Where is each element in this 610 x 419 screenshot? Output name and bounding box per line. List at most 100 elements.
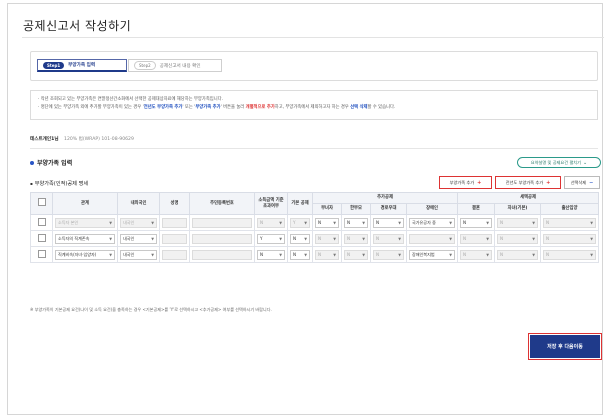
child-select[interactable]: N ▼	[497, 233, 538, 244]
relation-select[interactable]: 소득자의 직계존속 ▼	[55, 233, 115, 244]
chevron-down-icon: ▼	[590, 236, 594, 241]
rrn-field[interactable]	[192, 233, 252, 244]
name-field[interactable]	[162, 233, 187, 244]
notice-line-2: · 명단에 있는 부양가족 외에 추가할 부양가족이 있는 경우 '전년도 부양…	[38, 105, 396, 110]
senior-select[interactable]: N ▼	[373, 217, 404, 228]
birth-select[interactable]: N ▼	[543, 217, 597, 228]
section-divider	[30, 148, 598, 149]
chevron-down-icon: ▼	[590, 252, 594, 257]
plus-icon: +	[546, 179, 551, 186]
chevron-down-icon: ▼	[449, 236, 452, 241]
notice-line-1: · 작년 조회되고 있는 부양가족은 연말정산간소화에서 선택한 공제대상자료에…	[38, 97, 224, 102]
row-checkbox[interactable]	[37, 249, 46, 258]
subsection-title: 부양가족(인적)공제 명세	[30, 180, 88, 187]
page-frame: 공제신고서 작성하기 Step1 부양가족 입력 Step2 공제신고서 내용 …	[7, 3, 604, 415]
nationality-select[interactable]: 내국인 ▼	[120, 233, 157, 244]
basic-select[interactable]: N ▼	[290, 233, 310, 244]
rrn-field[interactable]	[192, 249, 252, 260]
single-parent-select[interactable]: N ▼	[344, 233, 368, 244]
senior-select[interactable]: N ▼	[373, 233, 404, 244]
relation-select[interactable]: 소득자 본인 ▼	[55, 217, 115, 228]
header-marriage: 결혼	[457, 203, 495, 215]
single-mother-select[interactable]: N ▼	[315, 233, 339, 244]
header-disabled: 장애인	[406, 203, 458, 215]
step-tabs: Step1 부양가족 입력 Step2 공제신고서 내용 확인	[30, 51, 598, 81]
header-senior: 경로우대	[370, 203, 407, 215]
row-checkbox[interactable]	[37, 217, 46, 226]
birth-select[interactable]: N ▼	[543, 233, 597, 244]
header-extra-group: 추가공제	[312, 192, 458, 204]
title-divider	[22, 37, 604, 38]
relation-select[interactable]: 직계비속(자녀·입양자) ▼	[55, 249, 115, 260]
header-birth: 출산입양	[539, 203, 600, 215]
company-detail: 120% 법(WRAP) 101-08-90629	[64, 137, 134, 142]
header-single-mother: 부녀자	[312, 203, 342, 215]
birth-select[interactable]: N ▼	[543, 249, 597, 260]
step1-badge: Step1	[43, 61, 65, 69]
table-row: 직계비속(자녀·입양자) ▼ 내국인 ▼ N ▼ N ▼ N ▼ N ▼ N ▼ 장애인복지법…	[30, 246, 600, 263]
delete-selected-button[interactable]: 선택삭제 −	[564, 176, 600, 189]
marriage-select[interactable]: N ▼	[460, 249, 492, 260]
chevron-down-icon: ▼	[486, 236, 489, 241]
chevron-down-icon: ▼	[333, 252, 336, 257]
name-field[interactable]	[162, 249, 187, 260]
basic-select[interactable]: N ▼	[290, 249, 310, 260]
select-all-checkbox[interactable]	[37, 198, 46, 207]
disabled-select[interactable]: ▼	[409, 233, 455, 244]
single-mother-select[interactable]: N ▼	[315, 217, 339, 228]
table-row: 소득자의 직계존속 ▼ 내국인 ▼ Y ▼ N ▼ N ▼ N ▼ N ▼ ▼ N ▼ N ▼ N…	[30, 230, 600, 247]
single-mother-select[interactable]: N ▼	[315, 249, 339, 260]
chevron-down-icon: ▼	[398, 220, 401, 225]
tab-step1[interactable]: Step1 부양가족 입력	[37, 59, 127, 72]
nationality-select[interactable]: 내국인 ▼	[120, 217, 157, 228]
chevron-down-icon: ▼	[486, 220, 489, 225]
single-parent-select[interactable]: N ▼	[344, 249, 368, 260]
disabled-select[interactable]: 장애인복지법 ▼	[409, 249, 455, 260]
header-single-parent: 한부모	[341, 203, 371, 215]
chevron-down-icon: ▼	[449, 220, 452, 225]
header-relation: 관계	[52, 192, 118, 215]
add-prev-year-dependent-button[interactable]: 전년도 부양가족 추가 +	[495, 176, 561, 189]
chevron-down-icon: ▼	[590, 220, 594, 225]
rrn-field[interactable]	[192, 217, 252, 228]
senior-select[interactable]: N ▼	[373, 249, 404, 260]
chevron-down-icon: ▼	[151, 220, 154, 225]
dependents-table: 관계 내외국인 성명 주민등록번호 소득금액 기준 초과여부 기본 공제 추가공…	[30, 192, 600, 263]
header-name: 성명	[159, 192, 190, 215]
name-field[interactable]	[162, 217, 187, 228]
chevron-down-icon: ▼	[279, 252, 282, 257]
company-info: 테스트개인1님 120% 법(WRAP) 101-08-90629	[30, 136, 134, 142]
tab-step2[interactable]: Step2 공제신고서 내용 확인	[128, 59, 222, 72]
chevron-down-icon: ▼	[109, 252, 112, 257]
chevron-down-icon: ▼	[304, 220, 307, 225]
chevron-down-icon: ▼	[362, 236, 365, 241]
basic-select[interactable]: Y ▼	[290, 217, 310, 228]
chevron-down-icon: ▼	[398, 252, 401, 257]
chevron-down-icon: ▼	[532, 236, 535, 241]
header-tax-group: 세액공제	[456, 192, 600, 204]
income-select[interactable]: N ▼	[257, 249, 285, 260]
save-and-next-button[interactable]: 저장 후 다음이동	[528, 333, 602, 360]
income-select[interactable]: Y ▼	[257, 233, 285, 244]
marriage-select[interactable]: N ▼	[460, 233, 492, 244]
header-select-all	[30, 192, 53, 215]
child-select[interactable]: N ▼	[497, 217, 538, 228]
footnote: ※ 부양가족이 기본공제 요건(나이 및 소득 요건)을 충족하는 경우 <기본…	[30, 307, 272, 312]
tab-step2-label: 공제신고서 내용 확인	[159, 63, 201, 69]
chevron-down-icon: ▼	[279, 236, 282, 241]
expand-description-button[interactable]: 요약설명 및 공제요건 펼치기 ⌄	[517, 157, 601, 168]
chevron-down-icon: ▼	[109, 236, 112, 241]
chevron-down-icon: ▼	[151, 236, 154, 241]
disabled-select[interactable]: 국가유공자 중 ▼	[409, 217, 455, 228]
row-checkbox[interactable]	[37, 233, 46, 242]
marriage-select[interactable]: N ▼	[460, 217, 492, 228]
chevron-down-icon: ▼	[304, 252, 307, 257]
single-parent-select[interactable]: N ▼	[344, 217, 368, 228]
minus-icon: −	[589, 179, 594, 186]
add-dependent-button[interactable]: 부양가족 추가 +	[439, 176, 492, 189]
chevron-down-icon: ▼	[532, 220, 535, 225]
child-select[interactable]: N ▼	[497, 249, 538, 260]
chevron-down-icon: ▼	[398, 236, 401, 241]
nationality-select[interactable]: 내국인 ▼	[120, 249, 157, 260]
income-select[interactable]: N ▼	[257, 217, 285, 228]
